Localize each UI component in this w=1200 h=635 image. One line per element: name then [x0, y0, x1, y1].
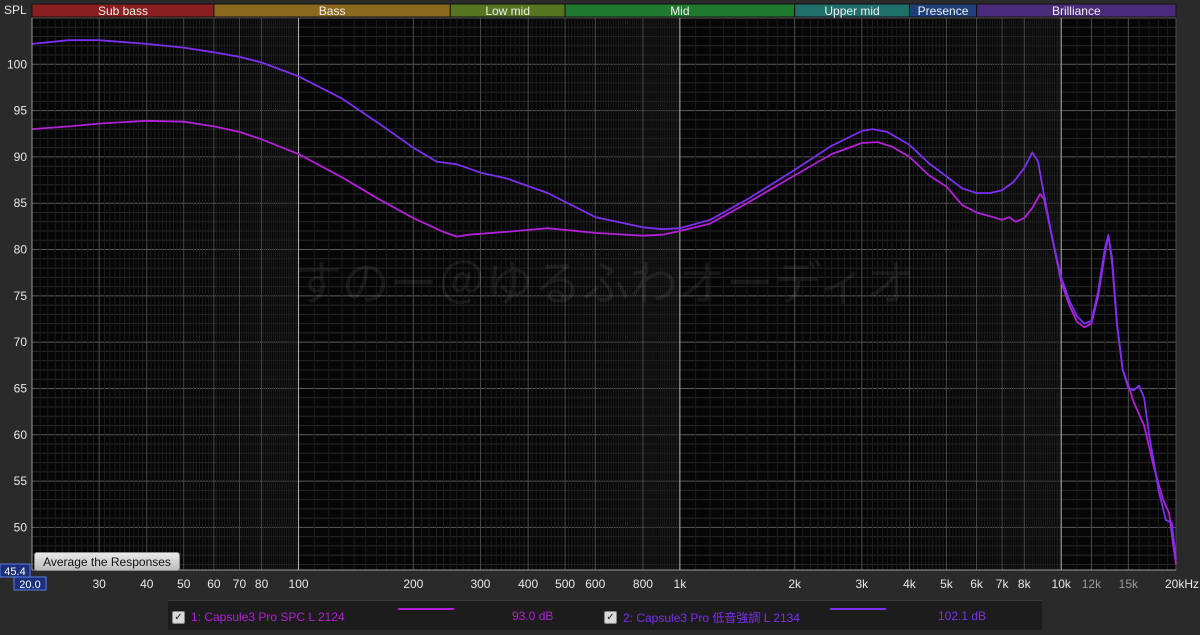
x-tick-label: 30 [92, 577, 106, 591]
band-label-4: Upper mid [824, 4, 879, 18]
x-tick-label: 6k [970, 577, 984, 591]
x-tick-label: 8k [1018, 577, 1032, 591]
y-min-label: 45.4 [4, 566, 25, 578]
x-tick-label: 40 [140, 577, 154, 591]
x-tick-label: 80 [255, 577, 269, 591]
band-label-3: Mid [670, 4, 689, 18]
y-tick-label: 75 [14, 289, 28, 303]
legend: ✓ 1: Capsule3 Pro SPC L 2124 93.0 dB ✓ 2… [168, 600, 1042, 630]
x-tick-label: 7k [996, 577, 1010, 591]
x-tick-label: 12k [1082, 577, 1102, 591]
x-tick-label: 20kHz [1165, 577, 1199, 591]
series-2-swatch [830, 608, 886, 610]
x-tick-label: 3k [855, 577, 869, 591]
y-tick-label: 85 [14, 196, 28, 210]
x-tick-label: 10k [1052, 577, 1072, 591]
band-label-6: Brilliance [1052, 4, 1101, 18]
y-tick-label: 90 [14, 150, 28, 164]
x-tick-label: 4k [903, 577, 917, 591]
x-tick-label: 800 [633, 577, 653, 591]
series-1-checkbox[interactable]: ✓ [172, 610, 185, 624]
series-1-name: 1: Capsule3 Pro SPC L 2124 [191, 610, 345, 624]
x-tick-label: 2k [788, 577, 802, 591]
x-tick-label: 50 [177, 577, 191, 591]
y-tick-label: 70 [14, 335, 28, 349]
series-2-checkbox[interactable]: ✓ [604, 610, 617, 624]
frequency-response-chart: Sub bass Bass Low mid Mid Upper mid Presence B… [0, 0, 1200, 630]
x-tick-label: 400 [518, 577, 538, 591]
x-tick-label: 100 [289, 577, 309, 591]
x-tick-label: 500 [555, 577, 575, 591]
series-2-level: 102.1 dB [938, 609, 987, 623]
band-strip: Sub bass Bass Low mid Mid Upper mid Presence B… [31, 3, 1177, 18]
y-tick-label: 65 [14, 381, 28, 395]
x-min-label: 20.0 [19, 579, 40, 591]
x-tick-label: 1k [674, 577, 688, 591]
y-tick-label: 95 [14, 104, 28, 118]
x-tick-label: 70 [233, 577, 247, 591]
y-tick-label: 100 [7, 57, 27, 71]
x-tick-label: 15k [1119, 577, 1139, 591]
y-axis-label: SPL [4, 3, 27, 17]
x-tick-label: 300 [470, 577, 490, 591]
band-label-1: Bass [319, 4, 346, 18]
x-tick-label: 200 [403, 577, 423, 591]
legend-item-1: ✓ 1: Capsule3 Pro SPC L 2124 [172, 609, 345, 625]
band-label-0: Sub bass [98, 4, 148, 18]
legend-item-2: ✓ 2: Capsule3 Pro 低音強調 L 2134 [604, 609, 800, 625]
series-2-name: 2: Capsule3 Pro 低音強調 L 2134 [623, 610, 800, 625]
y-tick-label: 60 [14, 428, 28, 442]
average-responses-button[interactable]: Average the Responses [34, 552, 180, 571]
y-tick-label: 80 [14, 243, 28, 257]
band-label-5: Presence [918, 4, 969, 18]
series-1-level: 93.0 dB [512, 609, 554, 623]
band-label-2: Low mid [485, 4, 530, 18]
series-1-swatch [398, 608, 454, 610]
y-tick-label: 55 [14, 474, 28, 488]
y-tick-label: 50 [14, 520, 28, 534]
chart-svg: Sub bass Bass Low mid Mid Upper mid Presence B… [0, 0, 1200, 630]
x-tick-label: 5k [940, 577, 954, 591]
x-tick-label: 600 [585, 577, 605, 591]
watermark: すのー＠ゆるふわオーディオ [294, 258, 915, 311]
x-tick-label: 60 [207, 577, 221, 591]
